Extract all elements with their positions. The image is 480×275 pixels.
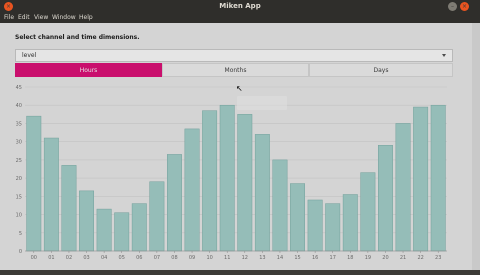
bar <box>430 104 446 252</box>
x-tick-label: 22 <box>417 255 423 261</box>
x-tick-label: 06 <box>136 255 142 261</box>
bar <box>149 181 165 252</box>
bar <box>325 203 341 252</box>
bar-chart: 0 5 10 15 20 25 30 35 40 45 00 01 02 03 04 05 06 07 08 09 10… <box>15 83 453 271</box>
x-tick-label: 23 <box>435 255 441 261</box>
bar <box>360 172 376 252</box>
menu-window[interactable]: Window <box>52 13 76 23</box>
menu-help[interactable]: Help <box>79 13 93 23</box>
bar <box>413 106 429 252</box>
tab-hours[interactable]: Hours <box>15 63 162 77</box>
x-tick-label: 14 <box>277 255 283 261</box>
bar <box>43 137 59 252</box>
x-tick-label: 09 <box>189 255 195 261</box>
bar <box>166 154 182 252</box>
bar <box>307 199 323 252</box>
tab-months[interactable]: Months <box>162 63 309 77</box>
bar <box>219 104 235 252</box>
x-tick-label: 02 <box>66 255 72 261</box>
y-tick-label: 15 <box>16 194 22 200</box>
bar <box>79 190 95 252</box>
x-tick-label: 19 <box>365 255 371 261</box>
x-tick-label: 21 <box>400 255 406 261</box>
bar <box>26 115 42 252</box>
bar-chart-svg: 05101520253035404500 01 02 03 04 05 06 07 08 09 10… <box>16 85 447 261</box>
chevron-down-icon <box>442 54 446 57</box>
menu-bar: File Edit View Window Help <box>0 13 480 23</box>
x-tick-label: 15 <box>294 255 300 261</box>
form-heading: Select channel and time dimensions. <box>15 34 140 41</box>
x-tick-label: 13 <box>259 255 265 261</box>
bar <box>342 194 358 252</box>
x-tick-label: 12 <box>242 255 248 261</box>
bar <box>114 212 130 252</box>
bar <box>131 203 147 252</box>
bar <box>184 128 200 252</box>
x-tick-label: 04 <box>101 255 107 261</box>
menu-edit[interactable]: Edit <box>18 13 30 23</box>
bar <box>237 114 253 252</box>
x-tick-label: 18 <box>347 255 353 261</box>
minimize-window-icon[interactable]: – <box>448 2 457 11</box>
bar <box>202 110 218 252</box>
x-tick-label: 00 <box>31 255 37 261</box>
bar <box>395 123 411 252</box>
bar <box>96 208 112 252</box>
x-tick-label: 11 <box>224 255 230 261</box>
bar <box>290 183 306 252</box>
x-tick-label: 20 <box>382 255 388 261</box>
menu-file[interactable]: File <box>4 13 14 23</box>
vertical-scrollbar[interactable] <box>472 23 480 270</box>
x-tick-label: 05 <box>119 255 125 261</box>
y-tick-label: 45 <box>16 85 22 91</box>
window-title: Miken App <box>219 2 261 10</box>
y-tick-label: 0 <box>19 249 22 255</box>
x-tick-label: 08 <box>171 255 177 261</box>
channel-select-value: level <box>22 52 37 59</box>
bar <box>254 134 270 252</box>
y-tick-label: 40 <box>16 103 22 109</box>
menu-view[interactable]: View <box>34 13 48 23</box>
y-tick-label: 35 <box>16 121 22 127</box>
x-tick-label: 03 <box>83 255 89 261</box>
x-tick-label: 10 <box>206 255 212 261</box>
time-dimension-tabs: Hours Months Days <box>15 63 453 77</box>
bar <box>272 159 288 252</box>
y-tick-label: 25 <box>16 158 22 164</box>
y-tick-label: 20 <box>16 176 22 182</box>
main-content: Select channel and time dimensions. leve… <box>0 23 472 270</box>
mouse-pointer-icon: ↖ <box>236 84 243 93</box>
x-tick-label: 16 <box>312 255 318 261</box>
channel-select[interactable]: level <box>15 49 453 62</box>
title-bar: × Miken App – × <box>0 0 480 13</box>
y-tick-label: 30 <box>16 140 22 146</box>
y-tick-label: 10 <box>16 213 22 219</box>
x-tick-label: 07 <box>154 255 160 261</box>
tab-days[interactable]: Days <box>309 63 453 77</box>
bar <box>377 145 393 252</box>
close-window-right-icon[interactable]: × <box>460 2 469 11</box>
x-tick-label: 17 <box>330 255 336 261</box>
y-tick-label: 5 <box>19 231 22 237</box>
tooltip-ghost <box>237 96 287 110</box>
bar <box>61 165 77 252</box>
x-tick-label: 01 <box>48 255 54 261</box>
